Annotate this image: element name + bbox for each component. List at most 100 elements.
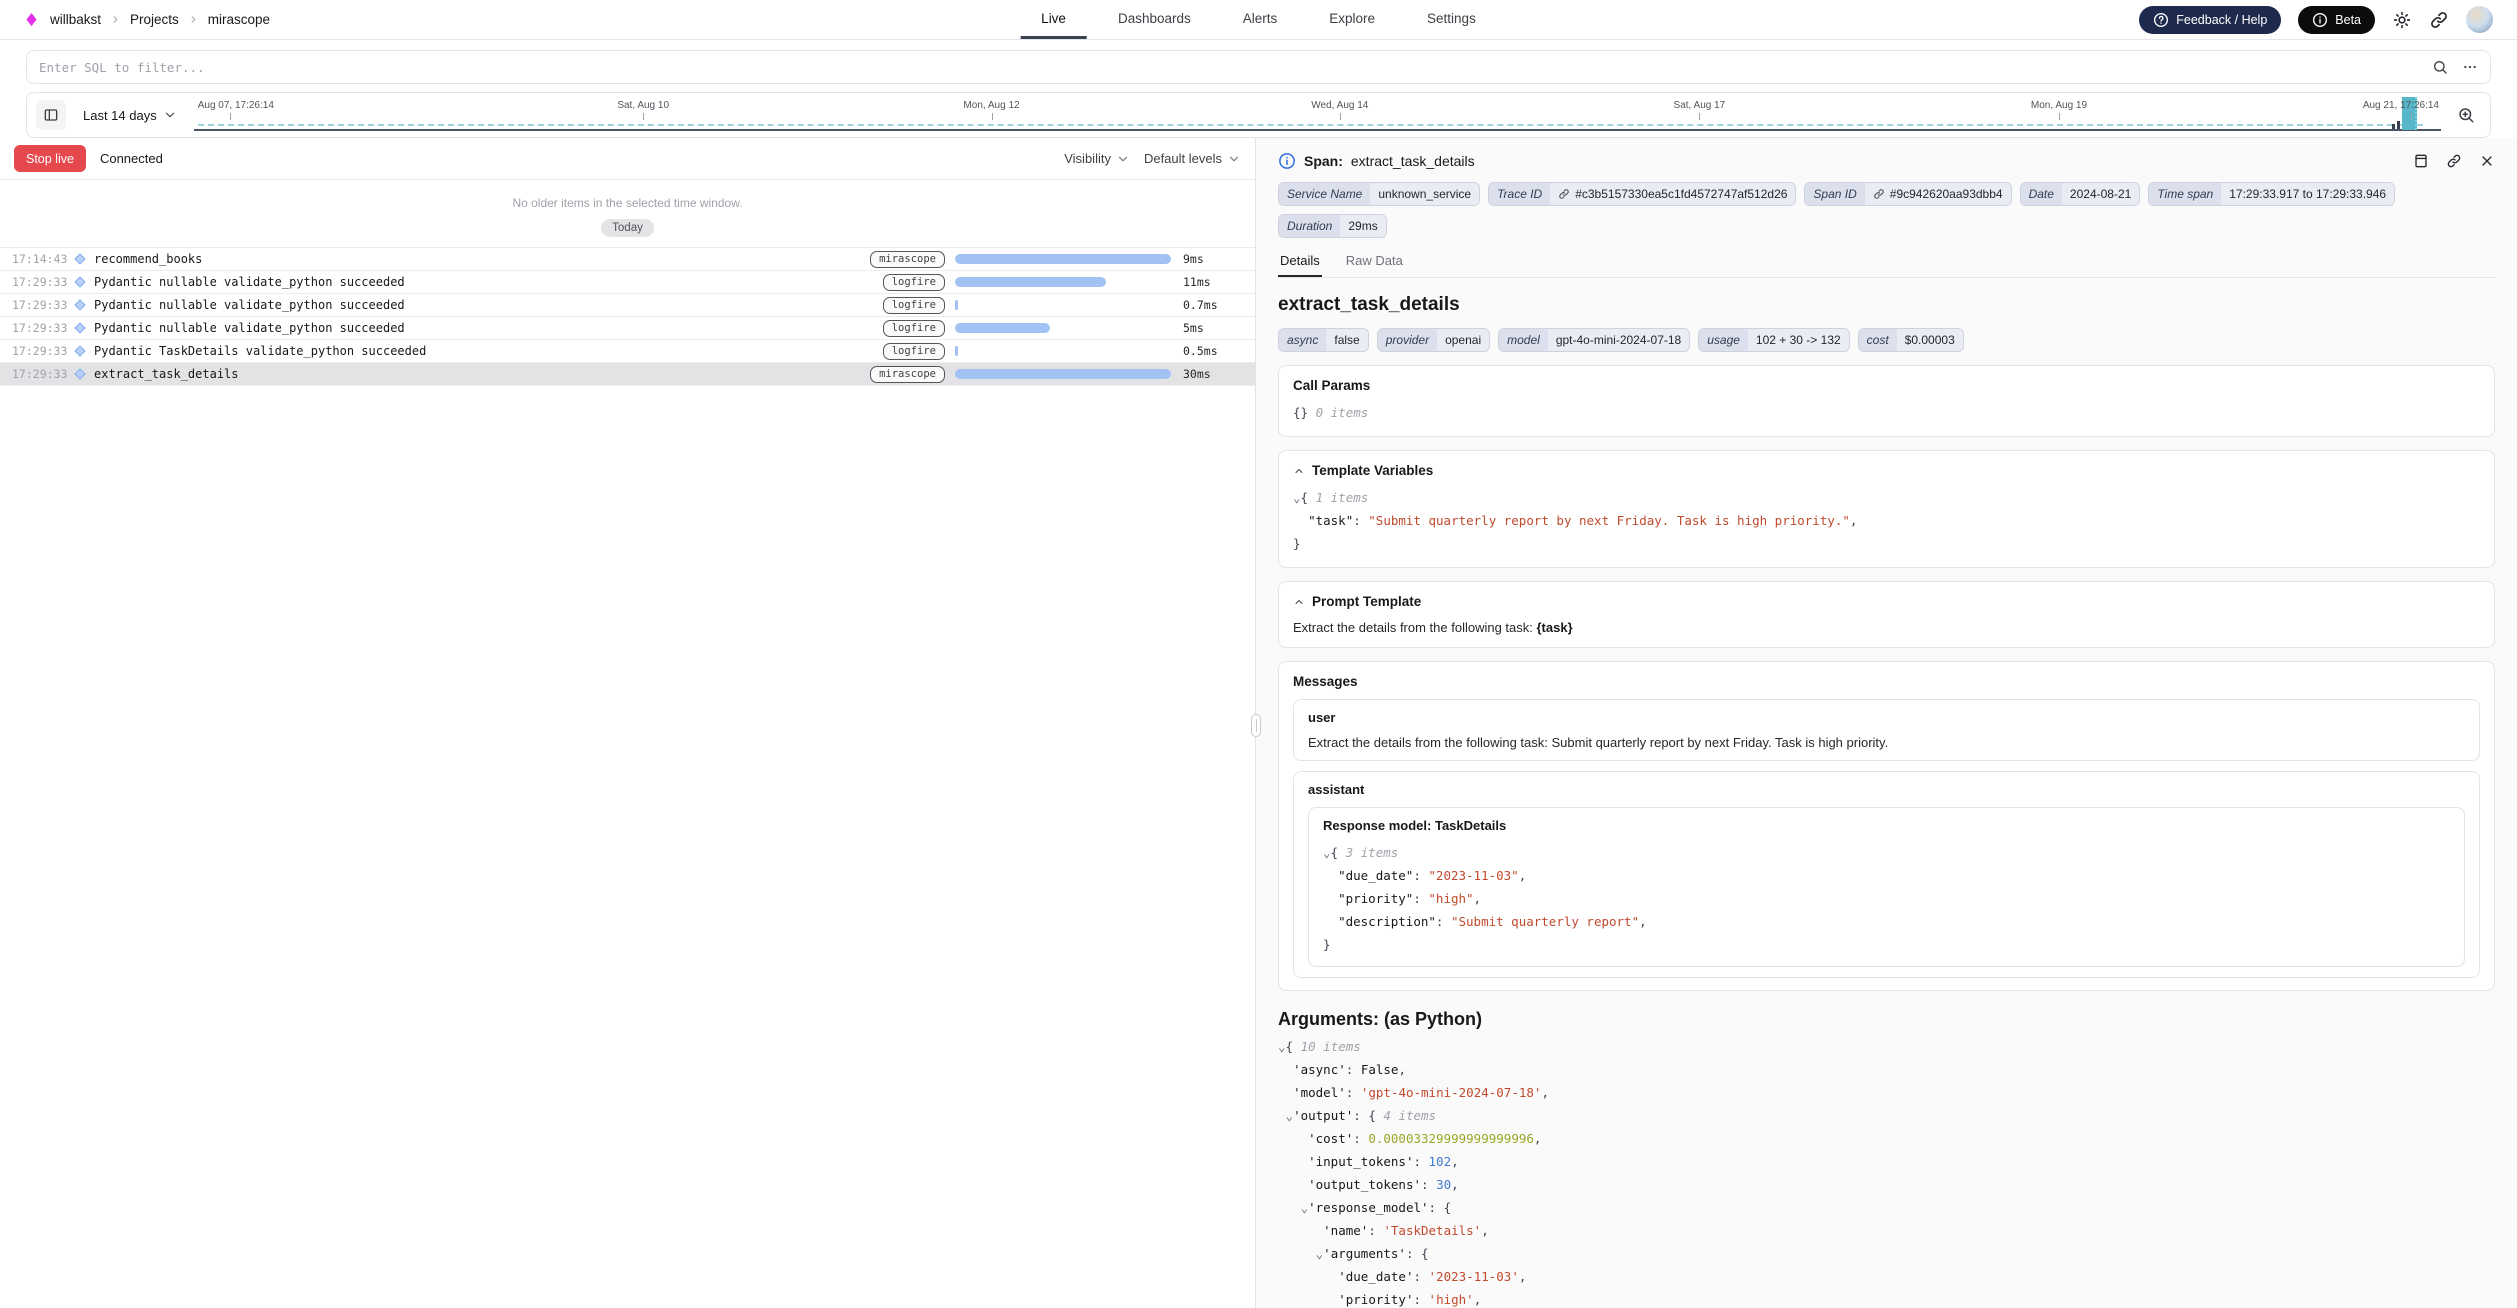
span-attribute-badge: usage 102 + 30 -> 132 — [1698, 328, 1849, 352]
span-attribute-badge: model gpt-4o-mini-2024-07-18 — [1498, 328, 1690, 352]
live-panel-header: Stop live Connected Visibility Default l… — [0, 138, 1255, 180]
timeline-tick-label: Sat, Aug 10 — [617, 100, 669, 111]
detail-tab-details[interactable]: Details — [1278, 253, 1322, 277]
template-variables-heading[interactable]: Template Variables — [1293, 463, 2480, 478]
duration-label: 0.7ms — [1183, 298, 1243, 312]
tab-alerts[interactable]: Alerts — [1222, 0, 1299, 39]
span-title: extract_task_details — [1278, 294, 2495, 316]
duration-bar-track — [955, 277, 1171, 287]
span-header: Span: extract_task_details — [1278, 152, 2495, 170]
stop-live-button[interactable]: Stop live — [14, 145, 86, 172]
copy-link-button[interactable] — [2446, 153, 2462, 169]
timeline-tick-mark — [992, 113, 993, 120]
log-timestamp: 17:29:33 — [12, 367, 74, 381]
badge-value: unknown_service — [1370, 183, 1479, 205]
breadcrumb-item[interactable]: Projects — [130, 12, 179, 27]
timeline-tick-label: Mon, Aug 12 — [963, 100, 1019, 111]
link-icon — [2446, 153, 2462, 169]
timeline-tick-label: Aug 21, 17:26:14 — [2363, 100, 2439, 111]
scope-tag: logfire — [883, 274, 945, 291]
zoom-in-icon — [2457, 106, 2475, 124]
span-meta-badge: Trace ID #c3b5157330ea5c1fd4572747af512d… — [1488, 182, 1796, 206]
tab-explore[interactable]: Explore — [1308, 0, 1396, 39]
log-message: Pydantic nullable validate_python succee… — [94, 321, 405, 335]
main-split: Stop live Connected Visibility Default l… — [0, 138, 2517, 1308]
timeline-tick-mark — [230, 113, 231, 120]
prompt-template-heading[interactable]: Prompt Template — [1293, 594, 2480, 609]
tab-live[interactable]: Live — [1020, 0, 1087, 39]
ellipsis-icon — [2462, 59, 2478, 75]
more-options-button[interactable] — [2462, 59, 2478, 75]
visibility-dropdown[interactable]: Visibility — [1064, 151, 1130, 166]
day-divider-badge: Today — [601, 219, 654, 237]
log-row[interactable]: 17:29:33 Pydantic TaskDetails validate_p… — [0, 340, 1255, 363]
response-model-json: ⌄{ 3 items "due_date": "2023-11-03", "pr… — [1323, 841, 2450, 956]
arguments-python: ⌄{ 10 items 'async': False, 'model': 'gp… — [1278, 1035, 2495, 1308]
log-message: Pydantic nullable validate_python succee… — [94, 275, 405, 289]
span-meta-badges: Service Name unknown_service Trace ID #c… — [1278, 182, 2495, 238]
visibility-label: Visibility — [1064, 151, 1111, 166]
theme-toggle-button[interactable] — [2392, 10, 2412, 30]
span-kind-label: Span: — [1304, 153, 1343, 169]
log-timestamp: 17:29:33 — [12, 321, 74, 335]
close-panel-button[interactable] — [2479, 153, 2495, 169]
duration-bar — [955, 300, 958, 310]
sql-filter-input[interactable] — [39, 60, 2418, 75]
log-row[interactable]: 17:29:33 extract_task_details mirascope … — [0, 363, 1255, 386]
sun-icon — [2392, 10, 2412, 30]
sidebar-toggle-button[interactable] — [36, 100, 66, 130]
detail-tab-raw-data[interactable]: Raw Data — [1344, 253, 1405, 277]
tab-dashboards[interactable]: Dashboards — [1097, 0, 1212, 39]
feedback-help-label: Feedback / Help — [2176, 13, 2267, 27]
live-panel-body: No older items in the selected time wind… — [0, 180, 1255, 1308]
timeline-bar: Last 14 days Aug 07, 17:26:14Sat, Aug 10… — [26, 92, 2491, 138]
span-diamond-icon — [74, 345, 85, 356]
badge-value: 17:29:33.917 to 17:29:33.946 — [2221, 183, 2394, 205]
beta-label: Beta — [2335, 13, 2361, 27]
avatar[interactable] — [2466, 6, 2493, 33]
detail-tabs: Details Raw Data — [1278, 253, 2495, 278]
timeline-zoom-button[interactable] — [2451, 100, 2481, 130]
span-diamond-icon — [74, 322, 85, 333]
scope-tag: mirascope — [870, 366, 945, 383]
log-row[interactable]: 17:29:33 Pydantic nullable validate_pyth… — [0, 317, 1255, 340]
duration-bar — [955, 369, 1171, 379]
chevron-down-icon — [163, 108, 177, 122]
log-timestamp: 17:29:33 — [12, 298, 74, 312]
badge-value: false — [1326, 329, 1367, 351]
badge-label: cost — [1859, 329, 1897, 351]
logfire-logo-icon[interactable] — [24, 10, 39, 29]
collapse-icon — [1293, 465, 1305, 477]
span-meta-badge: Duration 29ms — [1278, 214, 1387, 238]
badge-label: Service Name — [1279, 183, 1370, 205]
time-range-dropdown[interactable]: Last 14 days — [76, 108, 184, 123]
search-button[interactable] — [2432, 59, 2448, 75]
badge-label: provider — [1378, 329, 1437, 351]
breadcrumb-item[interactable]: willbakst — [50, 12, 101, 27]
breadcrumb-item[interactable]: mirascope — [208, 12, 270, 27]
feedback-help-button[interactable]: Feedback / Help — [2139, 6, 2281, 34]
badge-value: $0.00003 — [1897, 329, 1963, 351]
open-in-drawer-button[interactable] — [2413, 153, 2429, 169]
badge-label: async — [1279, 329, 1326, 351]
log-row[interactable]: 17:29:33 Pydantic nullable validate_pyth… — [0, 294, 1255, 317]
timeline-track[interactable]: Aug 07, 17:26:14Sat, Aug 10Mon, Aug 12We… — [194, 93, 2441, 137]
panel-resize-handle[interactable] — [1251, 714, 1261, 737]
beta-button[interactable]: Beta — [2298, 6, 2375, 34]
response-model-card: Response model: TaskDetails ⌄{ 3 items "… — [1308, 807, 2465, 967]
response-model-heading: Response model: TaskDetails — [1323, 818, 2450, 833]
span-diamond-icon — [74, 368, 85, 379]
tab-settings[interactable]: Settings — [1406, 0, 1497, 39]
span-info-icon — [1278, 152, 1296, 170]
log-row[interactable]: 17:29:33 Pydantic nullable validate_pyth… — [0, 271, 1255, 294]
span-meta-badge: Service Name unknown_service — [1278, 182, 1480, 206]
span-header-actions — [2413, 153, 2495, 169]
timeline-tick-mark — [1340, 113, 1341, 120]
badge-label: Span ID — [1805, 183, 1864, 205]
share-link-button[interactable] — [2429, 10, 2449, 30]
log-row[interactable]: 17:14:43 recommend_books mirascope 9ms — [0, 248, 1255, 271]
panel-icon — [2413, 153, 2429, 169]
duration-bar — [955, 346, 958, 356]
default-levels-dropdown[interactable]: Default levels — [1144, 151, 1241, 166]
log-message: extract_task_details — [94, 367, 239, 381]
